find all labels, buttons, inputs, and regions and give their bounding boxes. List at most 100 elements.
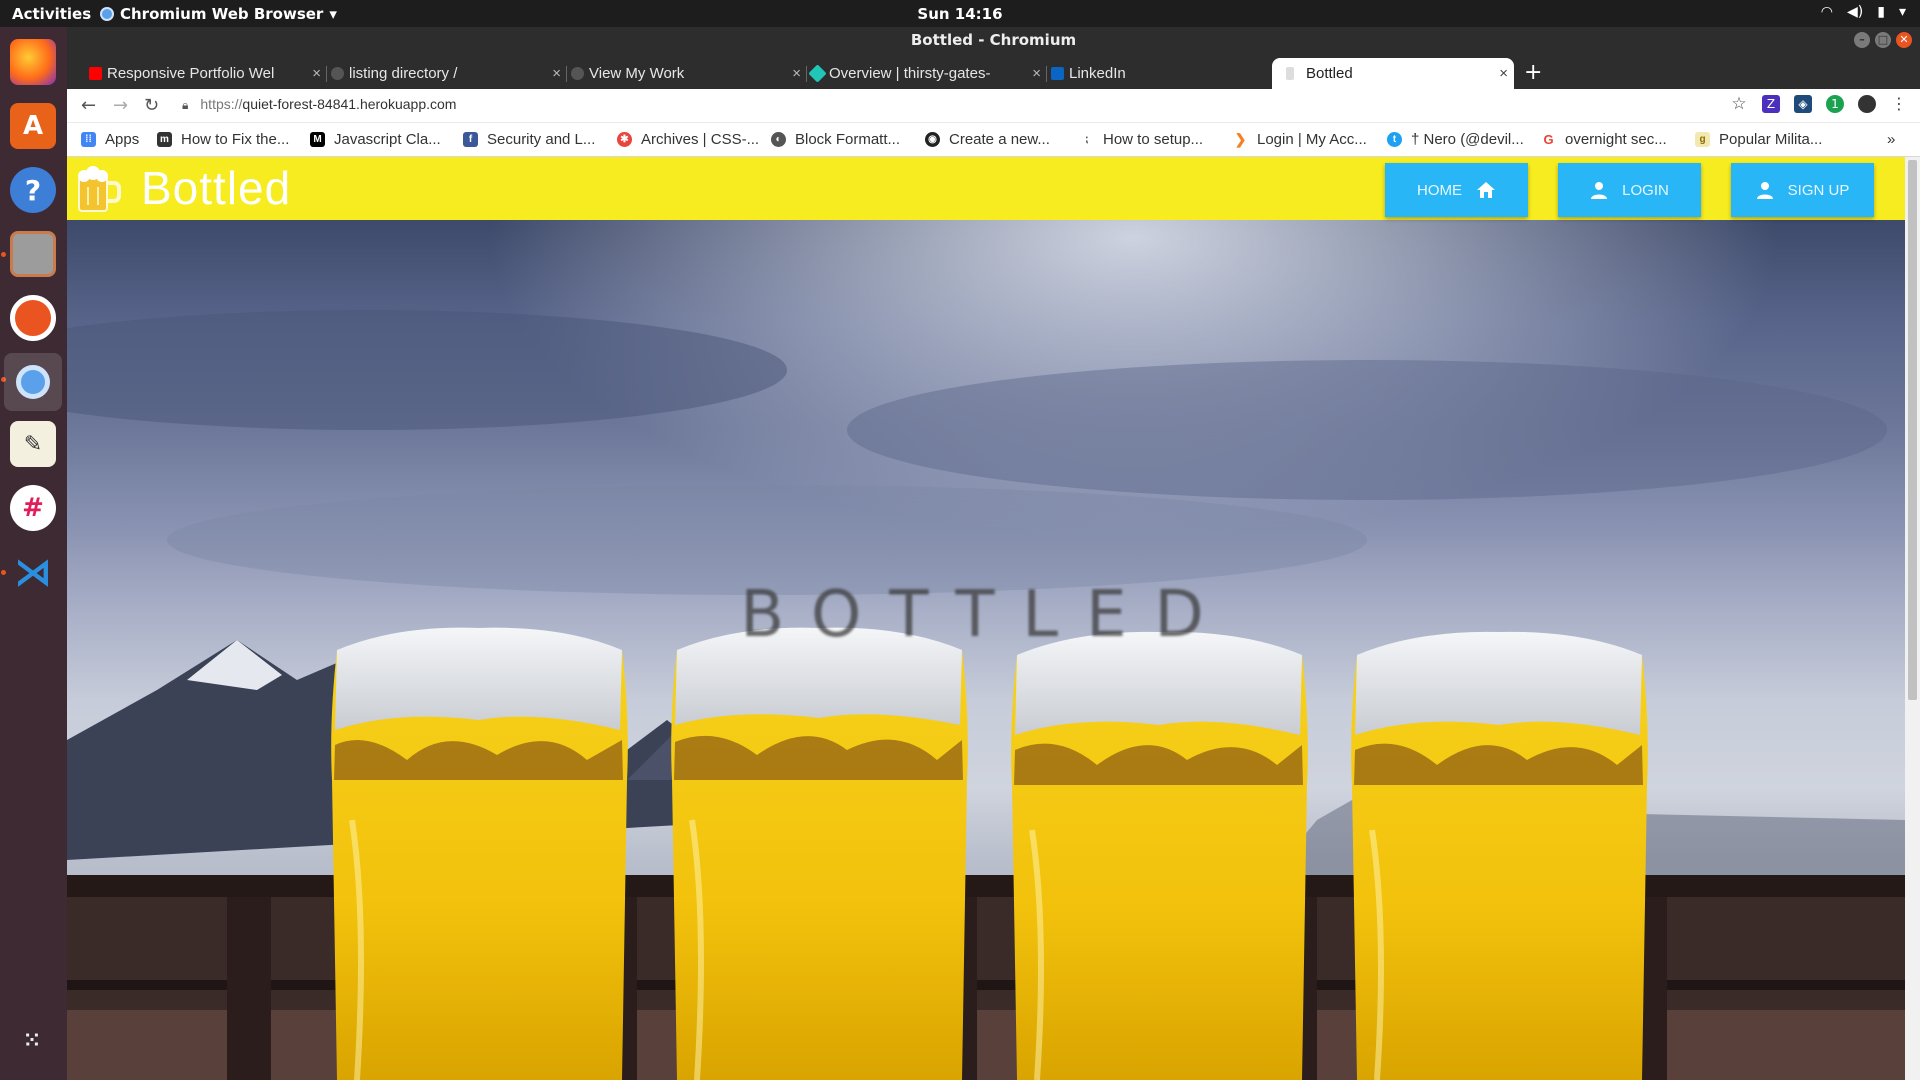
tab-label: View My Work	[589, 65, 685, 82]
back-button[interactable]: ←	[81, 95, 96, 116]
close-tab-icon[interactable]: ×	[312, 58, 321, 89]
bookmark-item[interactable]: ◉ Create a new...	[925, 131, 1050, 148]
battery-icon: ▮	[1877, 4, 1885, 20]
facebook-icon: f	[463, 132, 478, 147]
signup-button[interactable]: SIGN UP	[1731, 163, 1874, 217]
clock[interactable]: Sun 14:16	[0, 5, 1920, 23]
address-bar[interactable]: 🔒︎ https://quiet-forest-84841.herokuapp.c…	[182, 96, 456, 113]
system-tray[interactable]: ◠ ◀) ▮ ▾	[1821, 4, 1906, 20]
dots-icon: ⁏	[1084, 134, 1089, 145]
chevron-icon: ❯	[1234, 131, 1247, 147]
tab-linkedin[interactable]: LinkedIn ×	[1049, 58, 1287, 89]
github-icon: ◉	[925, 132, 940, 147]
bookmark-label: Block Formatt...	[795, 131, 901, 148]
close-tab-icon[interactable]: ×	[1032, 58, 1041, 89]
chromium-launcher-icon[interactable]	[4, 353, 62, 411]
tab-label: Responsive Portfolio Wel	[107, 65, 275, 82]
firefox-icon[interactable]	[10, 39, 56, 85]
text-editor-icon[interactable]: ✎	[10, 421, 56, 467]
globe-icon	[571, 67, 584, 80]
bookmark-apps[interactable]: ⁞⁞ Apps	[81, 131, 139, 148]
tab-strip: Responsive Portfolio Wel × listing direc…	[67, 54, 1920, 89]
reload-button[interactable]: ↻	[144, 95, 159, 116]
system-top-bar: Activities Chromium Web Browser ▾ Sun 14…	[0, 0, 1920, 27]
wifi-icon: ◠	[1820, 4, 1834, 20]
user-icon	[1591, 182, 1608, 199]
g-icon: g	[1695, 132, 1710, 147]
url-host: quiet-forest-84841.herokuapp.com	[242, 96, 457, 112]
hero-title: BOTTLED	[740, 578, 1232, 652]
site-navbar: Bottled HOME LOGIN SIGN UP	[67, 157, 1905, 220]
beer-icon	[1286, 67, 1294, 80]
hero-banner: BOTTLED	[67, 220, 1905, 1080]
window-title: Bottled - Chromium	[910, 31, 1077, 49]
bookmark-item[interactable]: ⁏ How to setup...	[1079, 131, 1203, 148]
tab-label: LinkedIn	[1069, 65, 1126, 82]
globe-icon: ◐	[771, 132, 786, 147]
maximize-button[interactable]: □	[1875, 32, 1891, 48]
bookmark-label: overnight sec...	[1565, 131, 1667, 148]
tab-view-my-work[interactable]: View My Work ×	[569, 58, 807, 89]
bookmark-item[interactable]: Governight sec...	[1541, 131, 1667, 148]
ubuntu-icon[interactable]	[10, 295, 56, 341]
software-center-icon[interactable]: A	[10, 103, 56, 149]
close-window-button[interactable]: ✕	[1896, 32, 1912, 48]
m-icon: m	[157, 132, 172, 147]
zotero-icon[interactable]: Z	[1762, 95, 1780, 113]
linkedin-icon	[1051, 67, 1064, 80]
bookmark-label: † Nero (@devil...	[1411, 131, 1524, 148]
google-icon: G	[1543, 132, 1554, 147]
minimize-button[interactable]: –	[1854, 32, 1870, 48]
web-page: Bottled HOME LOGIN SIGN UP BOTTLED	[67, 157, 1905, 1080]
scrollbar-thumb[interactable]	[1908, 160, 1917, 700]
url-scheme: https://	[200, 96, 243, 112]
forward-button[interactable]: →	[113, 95, 128, 116]
extension-badge-icon[interactable]: 1	[1826, 95, 1844, 113]
login-label: LOGIN	[1622, 181, 1669, 199]
tab-label: Bottled	[1306, 65, 1353, 82]
bookmark-item[interactable]: ◐ Block Formatt...	[771, 131, 900, 148]
bookmarks-overflow-button[interactable]: »	[1887, 131, 1895, 148]
vscode-icon[interactable]: ⋊	[10, 549, 56, 595]
tab-listing-directory[interactable]: listing directory / ×	[329, 58, 567, 89]
bookmark-item[interactable]: ❯ Login | My Acc...	[1233, 131, 1367, 148]
tab-netlify-overview[interactable]: Overview | thirsty-gates- ×	[809, 58, 1047, 89]
bookmark-item[interactable]: m How to Fix the...	[157, 131, 289, 148]
bookmark-item[interactable]: f Security and L...	[463, 131, 595, 148]
extension-icon[interactable]: ◈	[1794, 95, 1812, 113]
beer-glass-2	[671, 627, 968, 1080]
tab-bottled[interactable]: Bottled ×	[1272, 58, 1514, 89]
tab-responsive-portfolio[interactable]: Responsive Portfolio Wel ×	[87, 58, 327, 89]
close-tab-icon[interactable]: ×	[1499, 58, 1508, 89]
home-button[interactable]: HOME	[1385, 163, 1528, 217]
bookmark-star-icon[interactable]: ☆	[1730, 95, 1748, 113]
beer-mug-icon	[78, 166, 121, 212]
slack-icon[interactable]: #	[10, 485, 56, 531]
close-tab-icon[interactable]: ×	[792, 58, 801, 89]
help-icon[interactable]: ?	[10, 167, 56, 213]
new-tab-button[interactable]: +	[1524, 58, 1542, 88]
bookmark-item[interactable]: M Javascript Cla...	[310, 131, 441, 148]
bookmark-item[interactable]: t † Nero (@devil...	[1387, 131, 1524, 148]
apps-grid-icon: ⁞⁞	[81, 132, 96, 147]
files-icon[interactable]	[10, 231, 56, 277]
close-tab-icon[interactable]: ×	[552, 58, 561, 89]
youtube-icon	[89, 67, 102, 80]
show-apps-icon[interactable]: ⁙	[10, 1017, 56, 1063]
avatar[interactable]	[1858, 95, 1876, 113]
beer-glass-1	[331, 627, 628, 1080]
window-titlebar: Bottled - Chromium – □ ✕	[67, 27, 1920, 54]
bookmark-item[interactable]: g Popular Milita...	[1695, 131, 1822, 148]
bookmark-item[interactable]: ✱ Archives | CSS-...	[617, 131, 759, 148]
css-tricks-icon: ✱	[617, 132, 632, 147]
bookmarks-bar: ⁞⁞ Apps m How to Fix the... M Javascript Cl…	[67, 123, 1920, 157]
beer-glass-4	[1351, 631, 1648, 1080]
login-button[interactable]: LOGIN	[1558, 163, 1701, 217]
page-scrollbar[interactable]	[1905, 157, 1920, 1080]
launcher-dock: A ? ✎ # ⋊ ⁙	[0, 27, 67, 1080]
site-brand[interactable]: Bottled	[141, 161, 291, 215]
netlify-icon	[809, 64, 827, 83]
menu-icon[interactable]: ⋮	[1890, 95, 1908, 113]
twitter-icon: t	[1387, 132, 1402, 147]
extensions-area: ☆ Z ◈ 1 ⋮	[1730, 95, 1908, 113]
